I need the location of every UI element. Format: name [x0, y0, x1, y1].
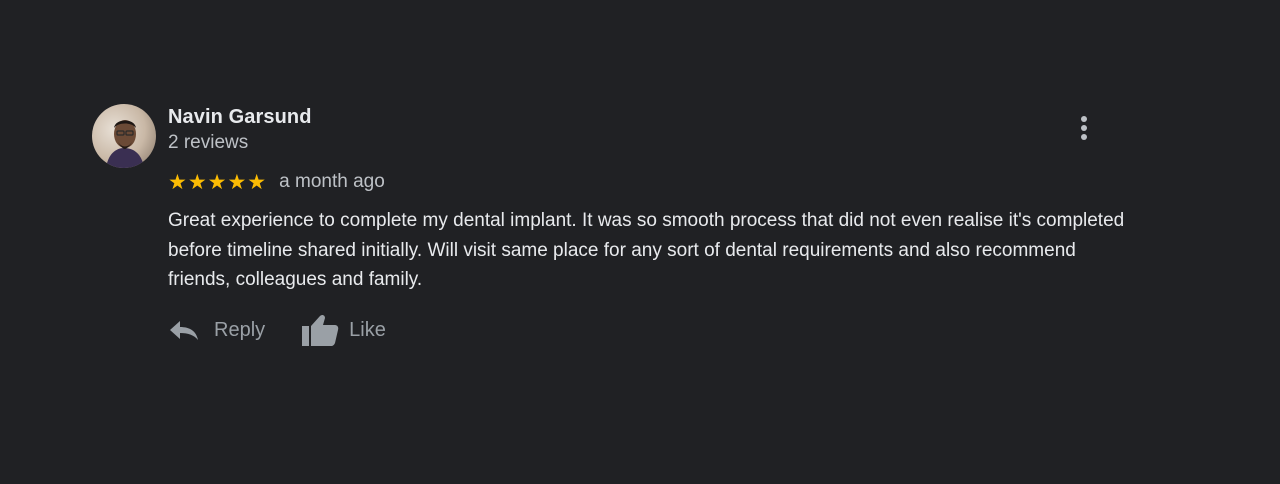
reply-arrow-icon — [170, 321, 198, 340]
rating-row: ★★★★★ a month ago — [168, 170, 385, 194]
more-vert-icon — [1071, 116, 1097, 140]
like-label: Like — [349, 318, 386, 341]
reply-button[interactable]: Reply — [168, 318, 265, 342]
review-text: Great experience to complete my dental i… — [168, 210, 1125, 290]
reply-label: Reply — [214, 318, 266, 341]
like-button[interactable]: Like — [301, 313, 386, 347]
author-block: Navin Garsund 2 reviews — [168, 104, 312, 156]
author-name[interactable]: Navin Garsund — [168, 104, 312, 130]
author-review-count[interactable]: 2 reviews — [168, 130, 312, 156]
review-date: a month ago — [279, 171, 385, 192]
more-options-button[interactable] — [1071, 114, 1097, 148]
avatar[interactable] — [92, 104, 156, 168]
review-actions: Reply Like — [168, 310, 386, 350]
thumbs-up-icon — [302, 314, 339, 346]
star-rating: ★★★★★ — [168, 170, 268, 194]
avatar-photo — [92, 104, 156, 168]
